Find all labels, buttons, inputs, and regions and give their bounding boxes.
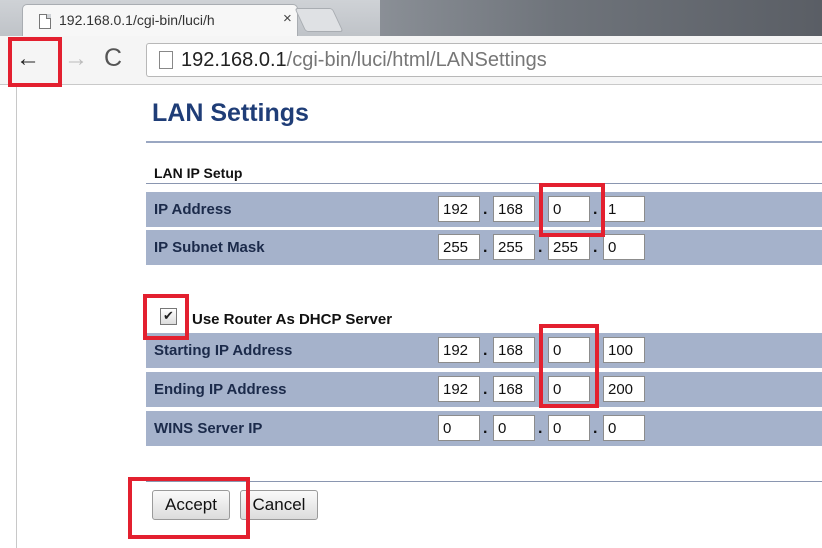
tab-strip-background xyxy=(380,0,822,36)
page-content: LAN Settings LAN IP Setup IP Address . .… xyxy=(0,85,822,548)
address-bar[interactable]: 192.168.0.1/cgi-bin/luci/html/LANSetting… xyxy=(146,43,822,77)
octet-input[interactable] xyxy=(438,415,480,441)
octet-separator: . xyxy=(538,420,543,437)
url-path: /cgi-bin/luci/html/LANSettings xyxy=(286,49,547,71)
octet-input[interactable] xyxy=(603,415,645,441)
octet-separator: . xyxy=(538,239,543,256)
forward-arrow-icon[interactable]: → xyxy=(64,46,88,72)
ip-address-row: IP Address . . . xyxy=(146,192,822,227)
row-label: Ending IP Address xyxy=(154,381,287,398)
row-label: IP Subnet Mask xyxy=(154,239,265,256)
highlight-box-ip-octet xyxy=(539,183,605,237)
octet-input[interactable] xyxy=(603,337,645,363)
cancel-button[interactable]: Cancel xyxy=(240,490,318,520)
ip-address-field: . . xyxy=(438,337,822,365)
octet-separator: . xyxy=(593,420,598,437)
dhcp-toggle-row: ✔ Use Router As DHCP Server xyxy=(146,303,822,329)
browser-toolbar: ← → C 192.168.0.1/cgi-bin/luci/html/LANS… xyxy=(0,36,822,85)
divider xyxy=(146,183,822,184)
octet-input[interactable] xyxy=(603,376,645,402)
ip-address-field: . . . xyxy=(438,234,822,262)
octet-input[interactable] xyxy=(493,196,535,222)
octet-input[interactable] xyxy=(548,415,590,441)
octet-separator: . xyxy=(483,420,488,437)
ip-address-field: . . . xyxy=(438,196,822,224)
highlight-box-back xyxy=(8,37,62,87)
octet-separator: . xyxy=(483,201,488,218)
subnet-mask-row: IP Subnet Mask . . . xyxy=(146,230,822,265)
reload-icon[interactable]: C xyxy=(104,45,122,71)
ending-ip-row: Ending IP Address . . xyxy=(146,372,822,407)
new-tab-button[interactable] xyxy=(294,8,344,32)
octet-input[interactable] xyxy=(438,234,480,260)
octet-separator: . xyxy=(483,239,488,256)
page-title: LAN Settings xyxy=(152,99,309,127)
url-host: 192.168.0.1 xyxy=(181,49,287,71)
octet-input[interactable] xyxy=(493,234,535,260)
close-icon[interactable]: × xyxy=(283,10,292,27)
dhcp-checkbox-label: Use Router As DHCP Server xyxy=(192,311,393,328)
highlight-box-accept xyxy=(128,477,250,539)
octet-input[interactable] xyxy=(603,234,645,260)
page-icon xyxy=(159,51,173,69)
ip-address-field: . . . xyxy=(438,415,822,443)
octet-input[interactable] xyxy=(438,196,480,222)
octet-input[interactable] xyxy=(438,376,480,402)
octet-input[interactable] xyxy=(438,337,480,363)
octet-input[interactable] xyxy=(603,196,645,222)
tab-title: 192.168.0.1/cgi-bin/luci/h xyxy=(59,12,215,28)
highlight-box-checkbox xyxy=(143,294,189,340)
octet-input[interactable] xyxy=(493,337,535,363)
page-icon xyxy=(39,14,51,29)
row-label: WINS Server IP xyxy=(154,420,263,437)
divider xyxy=(146,141,822,143)
ip-address-field: . . xyxy=(438,376,822,404)
octet-input[interactable] xyxy=(493,415,535,441)
starting-ip-row: Starting IP Address . . xyxy=(146,333,822,368)
url-text: 192.168.0.1/cgi-bin/luci/html/LANSetting… xyxy=(181,49,547,72)
octet-separator: . xyxy=(483,381,488,398)
section-heading: LAN IP Setup xyxy=(154,165,243,181)
row-label: IP Address xyxy=(154,201,232,218)
octet-separator: . xyxy=(483,342,488,359)
browser-tab[interactable]: 192.168.0.1/cgi-bin/luci/h × xyxy=(22,4,298,37)
wins-server-row: WINS Server IP . . . xyxy=(146,411,822,446)
divider xyxy=(16,85,17,548)
octet-separator: . xyxy=(593,239,598,256)
row-label: Starting IP Address xyxy=(154,342,293,359)
tab-bar: 192.168.0.1/cgi-bin/luci/h × xyxy=(0,0,822,37)
octet-input[interactable] xyxy=(548,234,590,260)
highlight-box-dhcp-octets xyxy=(539,324,599,408)
octet-input[interactable] xyxy=(493,376,535,402)
